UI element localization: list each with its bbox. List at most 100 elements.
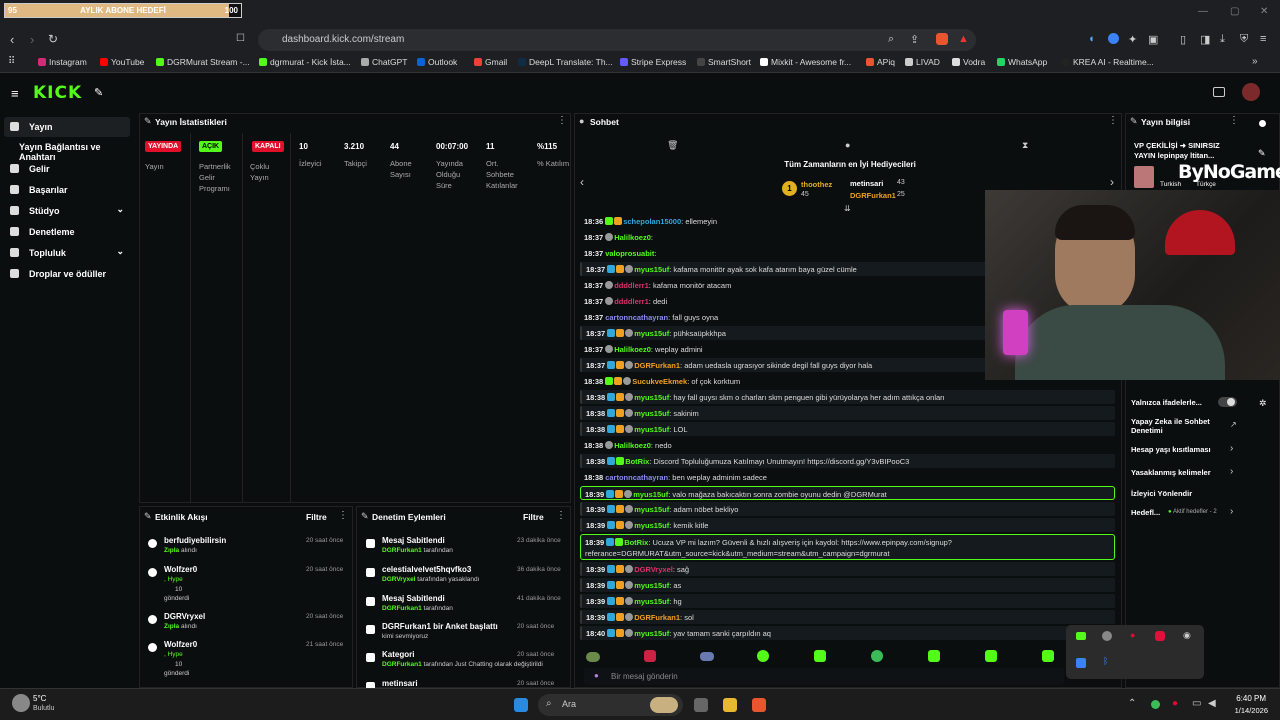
bluetooth-icon[interactable]: ᛒ [1103,656,1108,666]
multistream-badge[interactable]: KAPALI [252,141,284,152]
info-icon[interactable] [1259,120,1266,127]
emote-only-toggle[interactable] [1218,397,1237,407]
bookmark-item[interactable]: SmartShort [697,57,751,67]
bookmark-item[interactable]: Instagram [38,57,87,67]
partner-badge[interactable]: AÇIK [199,141,223,152]
chat-message[interactable]: 18:38 Halilkoez0: nedo [580,438,1115,452]
settings-icon[interactable]: ✲ [1259,398,1267,409]
external-link-icon[interactable]: ↗ [1230,420,1237,429]
task-view-icon[interactable] [694,698,708,712]
clock-time[interactable]: 6:40 PM [1226,694,1266,703]
sidebar-item-denetleme[interactable]: Denetleme [4,222,130,242]
microphone-icon[interactable]: ● [594,671,599,680]
moderation-filter-button[interactable]: Filtre [523,512,544,522]
bookmark-item[interactable]: ChatGPT [361,57,407,67]
chat-menu-icon[interactable]: ⋮ [1108,115,1118,126]
tab-icon[interactable]: ▣ [1148,33,1158,46]
chat-username[interactable]: DGRFurkan1 [634,613,680,622]
bookmark-item[interactable]: LIVAD [905,57,940,67]
zoom-icon[interactable]: ⌕ [888,33,894,46]
bookmark-label[interactable]: Gmail [485,57,507,67]
bookmark-item[interactable]: Outlook [417,57,457,67]
sidebar-item-studyo[interactable]: Stüdyo ⌄ [4,201,130,221]
chat-username[interactable]: DGRVryxel [634,565,673,574]
chat-username[interactable]: Halilkoez0 [614,441,651,450]
hourglass-icon[interactable]: ⧗ [1022,140,1028,151]
bookmark-label[interactable]: KREA AI - Realtime... [1073,57,1154,67]
bookmark-icon[interactable]: ☐ [236,33,245,44]
bookmark-label[interactable]: DGRMurat Stream -... [167,57,250,67]
bookmark-label[interactable]: Vodra [963,57,985,67]
gifter-name[interactable]: DGRFurkan1 [850,191,896,200]
more-bookmarks-icon[interactable]: » [1252,56,1258,67]
steam-icon[interactable] [1102,631,1112,641]
event-name[interactable]: Wolfzer0 [164,565,197,574]
chat-message[interactable]: 18:38 myus15uf: hay fall guysı skm o char… [580,390,1115,404]
nvidia-icon[interactable] [1076,632,1086,640]
vpn-icon[interactable]: ⛨ [1240,33,1248,46]
bookmark-label[interactable]: Stripe Express [631,57,686,67]
emote-icon[interactable] [1042,650,1054,662]
chat-message[interactable]: 18:40 myus15uf: yav tamam sanki çarpıldın… [580,626,1115,640]
info-menu-icon[interactable]: ⋮ [1229,115,1239,126]
gifter-name[interactable]: thoothez [801,180,832,189]
ai-moderation-setting[interactable]: Yapay Zeka ile Sohbet Denetimi [1131,417,1216,435]
chat-username[interactable]: myus15uf [634,425,669,434]
mic-icon[interactable]: ● [1172,698,1178,709]
chat-input[interactable]: ● Bir mesaj gönderin [584,668,1064,685]
brave-rewards-icon[interactable]: ▲ [958,33,969,45]
chat-username[interactable]: valoprosuabit [605,249,654,258]
bookmark-label[interactable]: SmartShort [708,57,751,67]
clock-date[interactable]: 1/14/2026 [1220,706,1268,715]
chat-popout-icon[interactable] [1213,87,1225,97]
brave-shield-icon[interactable] [936,33,948,45]
bookmark-label[interactable]: dgrmurat - Kick İsta... [270,57,351,67]
chat-username[interactable]: myus15uf [634,393,669,402]
next-gifter-icon[interactable]: › [1110,175,1114,189]
reload-icon[interactable]: ↻ [48,32,58,46]
chat-username[interactable]: myus15uf [634,505,669,514]
chat-username[interactable]: ddddlerr1 [614,281,649,290]
prev-gifter-icon[interactable]: ‹ [580,175,584,189]
chat-username[interactable]: myus15uf [634,329,669,338]
avatar[interactable] [1242,83,1260,101]
sidebar-item-yayin[interactable]: Yayın [4,117,130,137]
emote-icon[interactable] [700,652,714,661]
chat-message[interactable]: 18:39 myus15uf: as [580,578,1115,592]
minimize-icon[interactable]: — [1198,6,1208,17]
chat-username[interactable]: DGRFurkan1 [634,361,680,370]
moderation-menu-icon[interactable]: ⋮ [556,510,566,521]
weather-icon[interactable] [12,694,30,712]
chat-username[interactable]: SucukveEkmek [632,377,687,386]
bookmark-item[interactable]: APiq [866,57,895,67]
extensions-icon[interactable]: ✦ [1128,33,1137,46]
goals-setting[interactable]: Hedefl... [1131,508,1160,517]
chat-message[interactable]: 18:38 myus15uf: LOL [580,422,1115,436]
bookmark-label[interactable]: Instagram [49,57,87,67]
taskbar-search[interactable]: ⌕ Ara [538,694,683,716]
bookmark-label[interactable]: Outlook [428,57,457,67]
chat-username[interactable]: myus15uf [634,629,669,638]
tray-app-icon[interactable] [1151,700,1160,709]
chat-username[interactable]: myus15uf [633,490,668,499]
address-bar[interactable]: dashboard.kick.com/stream [258,29,976,51]
hamburger-icon[interactable]: ≡ [11,86,19,101]
moderation-name[interactable]: Mesaj Sabitlendi [382,536,445,545]
bookmark-item[interactable]: Stripe Express [620,57,686,67]
moderation-name[interactable]: DGRFurkan1 bir Anket başlattı [382,622,498,631]
chat-username[interactable]: myus15uf [634,265,669,274]
emote-icon[interactable] [644,650,656,662]
chat-message[interactable]: 18:38 myus15uf: sakinim [580,406,1115,420]
extension-icon[interactable] [1108,33,1119,44]
app-icon[interactable] [1076,658,1086,668]
sidebar-item-basarilar[interactable]: Başarılar [4,180,130,200]
record-icon[interactable] [1155,631,1165,641]
raid-setting[interactable]: İzleyici Yönlendir [1131,489,1192,498]
moderation-name[interactable]: metinsari [382,679,418,688]
volume-icon[interactable]: ◀ [1208,698,1216,709]
file-explorer-icon[interactable] [723,698,737,712]
collapse-icon[interactable]: ⇊ [844,204,851,213]
close-icon[interactable]: ✕ [1260,6,1268,17]
chat-username[interactable]: cartonncathayran [605,473,668,482]
sidebar-item-droplar[interactable]: Droplar ve ödüller [4,264,130,284]
